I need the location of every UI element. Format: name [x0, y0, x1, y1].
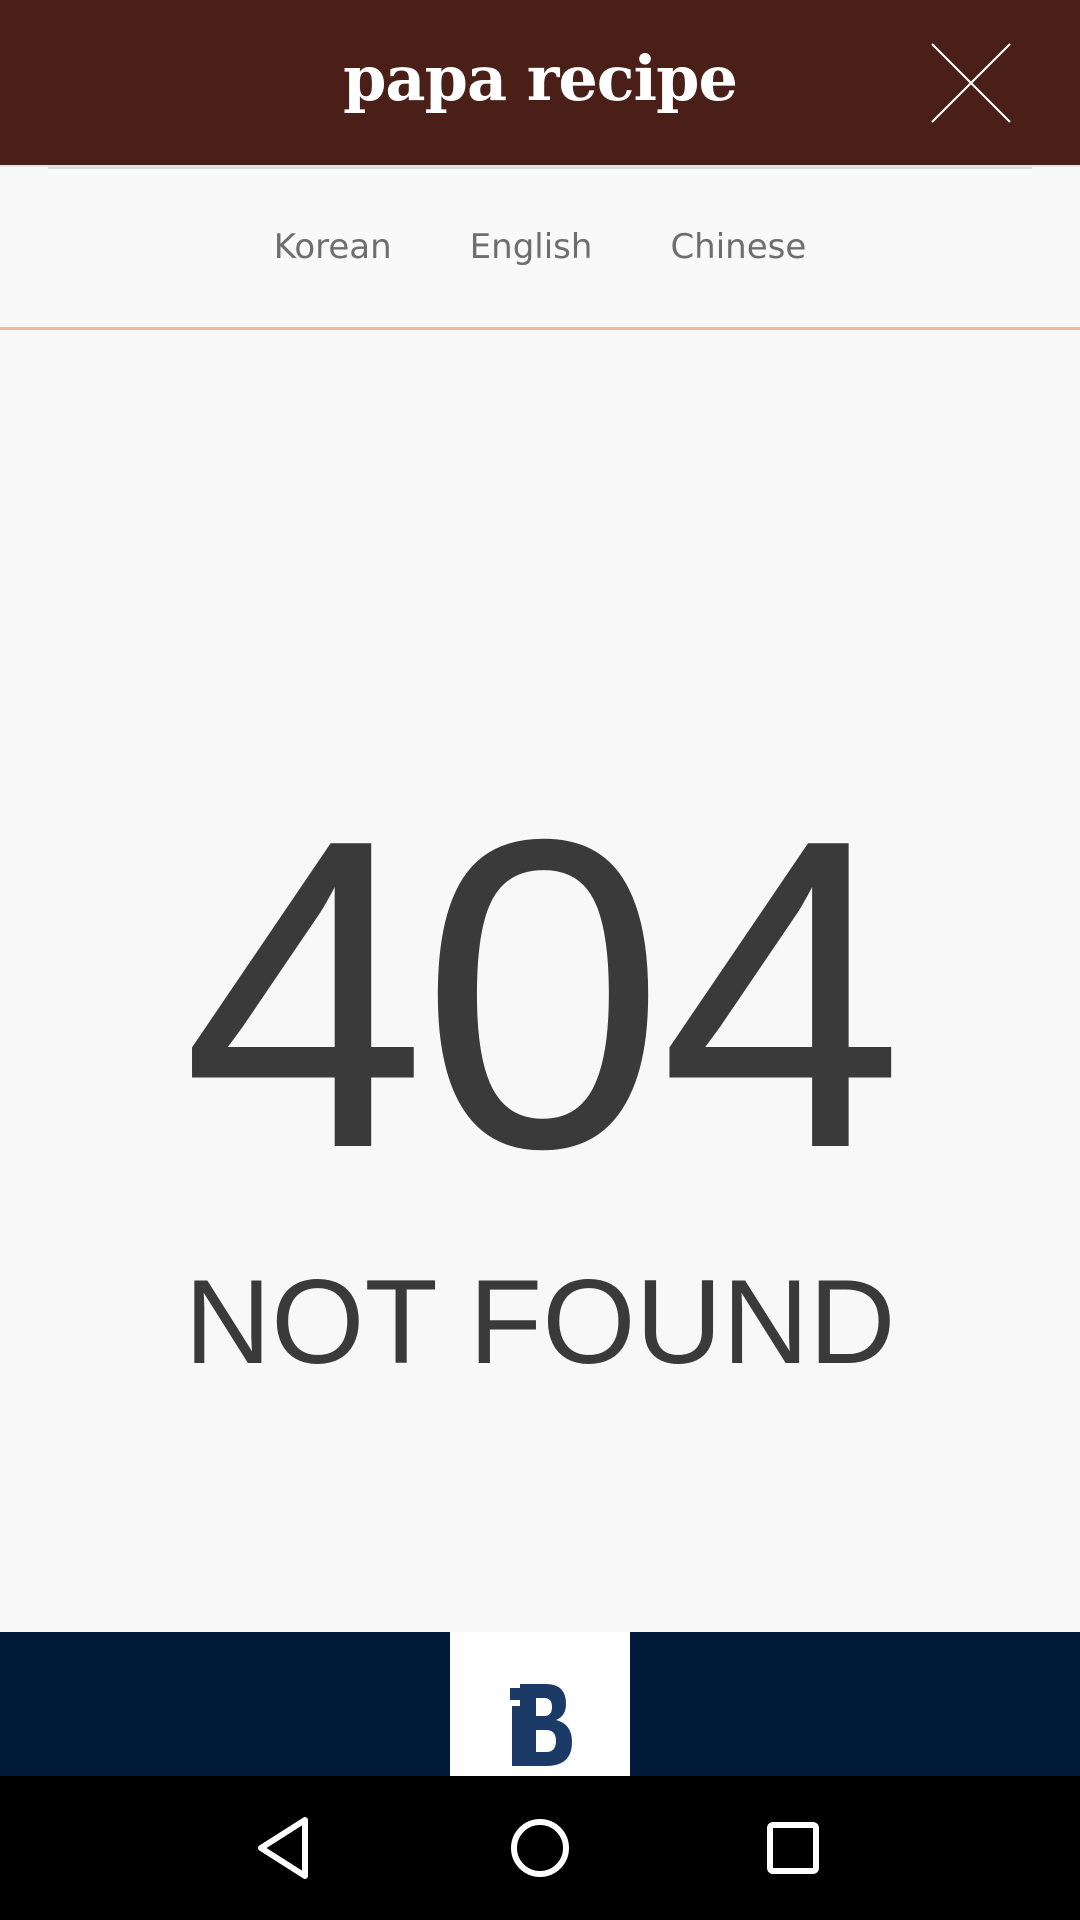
error-code: 404 — [181, 749, 904, 1240]
system-nav-bar — [0, 1776, 1080, 1920]
divider — [48, 167, 1032, 169]
banner-logo-box[interactable] — [450, 1632, 630, 1776]
back-button[interactable] — [247, 1808, 327, 1888]
recents-icon — [767, 1822, 820, 1874]
back-icon — [257, 1817, 308, 1879]
home-icon — [510, 1819, 569, 1877]
top-header: papa recipe — [0, 0, 1080, 165]
close-icon — [931, 43, 1011, 123]
home-button[interactable] — [500, 1808, 580, 1888]
bottom-banner[interactable] — [0, 1632, 1080, 1776]
language-english[interactable]: English — [470, 227, 593, 267]
error-message: NOT FOUND — [184, 1255, 896, 1389]
close-button[interactable] — [930, 42, 1012, 124]
language-chinese[interactable]: Chinese — [670, 227, 806, 267]
recents-button[interactable] — [753, 1808, 833, 1888]
language-korean[interactable]: Korean — [274, 227, 392, 267]
brand-logo[interactable]: papa recipe — [343, 42, 738, 115]
language-selector: Korean English Chinese — [0, 165, 1080, 330]
brand-b-logo-icon — [510, 1684, 572, 1766]
